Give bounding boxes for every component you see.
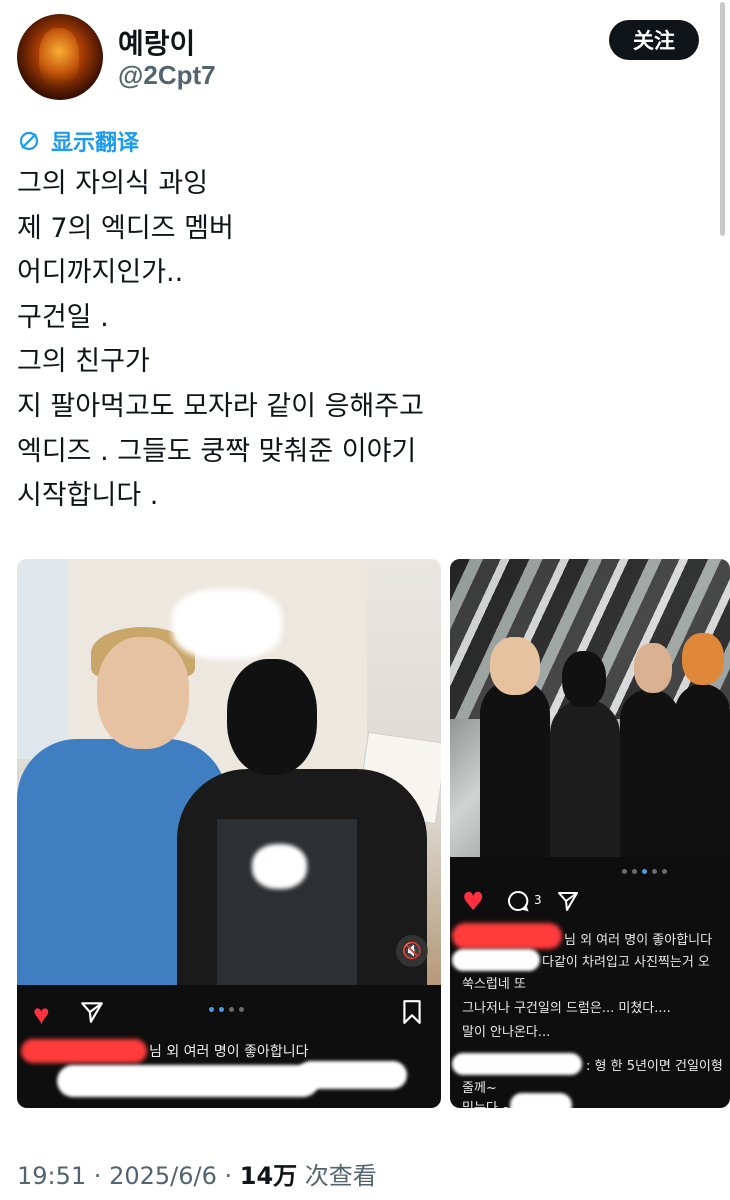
carousel-dots bbox=[622, 869, 667, 874]
tweet-time[interactable]: 19:51 bbox=[17, 1162, 86, 1190]
redaction-white bbox=[297, 1061, 407, 1089]
heart-icon: ♥ bbox=[462, 887, 485, 916]
comment-count: 3 bbox=[534, 893, 542, 907]
comment-line: 믿는다 ~ bbox=[462, 1097, 513, 1108]
scrollbar[interactable] bbox=[720, 2, 725, 236]
comment-line: 다같이 차려입고 사진찍는거 오 bbox=[542, 955, 710, 970]
photo-1: 🔇 bbox=[17, 559, 441, 985]
tweet-line: 지 팔아먹고도 모자라 같이 응해주고 bbox=[17, 390, 424, 422]
redaction-red bbox=[21, 1039, 147, 1063]
photo-2 bbox=[450, 559, 730, 857]
tweet-line: 엑디즈 . 그들도 쿵짝 맞춰준 이야기 bbox=[17, 435, 417, 467]
face-redaction bbox=[227, 659, 317, 775]
carousel-dots bbox=[209, 1007, 244, 1012]
media-image-1[interactable]: 🔇 ♥ 님 외 여러 명이 좋아합니다 bbox=[17, 559, 441, 1108]
comment-line: 쑥스럽네 또 bbox=[462, 977, 526, 992]
view-count: 14万 bbox=[239, 1162, 298, 1190]
redaction-red bbox=[452, 923, 562, 949]
send-icon bbox=[558, 892, 578, 911]
tweet-date[interactable]: 2025/6/6 bbox=[109, 1162, 217, 1190]
tweet-line: 구건일 . bbox=[17, 301, 109, 333]
tweet-line: 시작합니다 . bbox=[17, 480, 159, 512]
redaction-blur bbox=[172, 589, 282, 659]
tweet-line: 제 7의 엑디즈 멤버 bbox=[17, 212, 234, 244]
tweet-text: 그의 자의식 과잉 제 7의 엑디즈 멤버 어디까지인가.. 구건일 . 그의 … bbox=[17, 162, 424, 519]
author-name[interactable]: 예랑이 bbox=[118, 22, 195, 62]
translate-icon bbox=[19, 131, 39, 151]
tweet-metadata: 19:51 · 2025/6/6 · 14万 次查看 bbox=[17, 1162, 377, 1190]
follow-button[interactable]: 关注 bbox=[609, 20, 699, 60]
redaction-white bbox=[57, 1065, 319, 1097]
tweet-line: 어디까지인가.. bbox=[17, 257, 184, 289]
comment-line: 님 외 여러 명이 좋아합니다 bbox=[564, 933, 713, 948]
translate-label: 显示翻译 bbox=[51, 130, 140, 155]
comment-line: 그나저나 구건일의 드럼은... 미쳤다.... bbox=[462, 1001, 671, 1016]
show-translation-link[interactable]: 显示翻译 bbox=[17, 125, 139, 157]
instagram-post-footer: ♥ 3 님 외 여러 명이 좋아합니다 다같이 차려입고 사진찍는거 오 쑥스럽… bbox=[450, 857, 730, 1108]
heart-icon: ♥ bbox=[33, 999, 50, 1030]
bookmark-icon bbox=[403, 1000, 421, 1024]
avatar-image bbox=[39, 28, 79, 86]
redaction-white bbox=[452, 949, 540, 971]
media-image-2[interactable]: ♥ 3 님 외 여러 명이 좋아합니다 다같이 차려입고 사진찍는거 오 쑥스럽… bbox=[450, 559, 730, 1108]
instagram-post-footer: ♥ 님 외 여러 명이 좋아합니다 bbox=[17, 985, 441, 1108]
redaction-blur bbox=[252, 844, 307, 889]
mute-icon[interactable]: 🔇 bbox=[396, 935, 428, 967]
comment-line: : 형 한 5년이면 건일이형 bbox=[586, 1059, 723, 1074]
likes-text: 님 외 여러 명이 좋아합니다 bbox=[149, 1044, 309, 1060]
tweet-line: 그의 친구가 bbox=[17, 346, 150, 378]
redaction-white bbox=[510, 1093, 572, 1108]
redaction-white bbox=[452, 1053, 582, 1075]
tweet-line: 그의 자의식 과잉 bbox=[17, 168, 209, 199]
comment-line: 줄께~ bbox=[462, 1081, 497, 1096]
avatar[interactable] bbox=[17, 14, 103, 100]
send-icon bbox=[81, 1002, 103, 1023]
author-handle[interactable]: @2Cpt7 bbox=[118, 60, 216, 91]
comment-line: 말이 안나온다... bbox=[462, 1025, 551, 1040]
views-label: 次查看 bbox=[304, 1162, 377, 1190]
comment-icon bbox=[508, 890, 529, 912]
